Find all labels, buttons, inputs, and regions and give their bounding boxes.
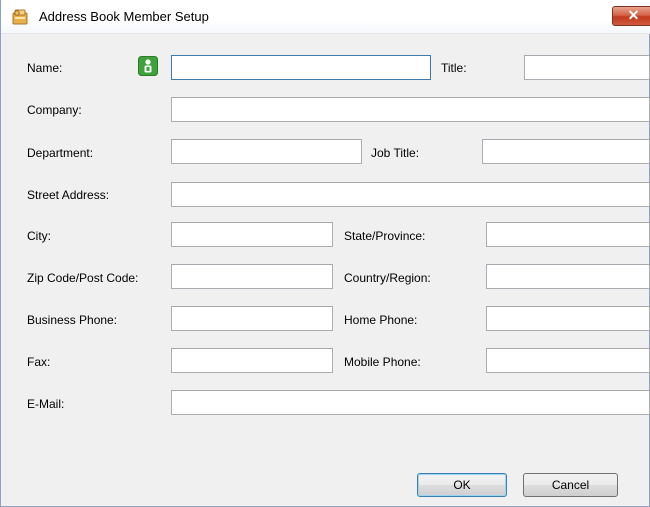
business-phone-label: Business Phone: (27, 313, 118, 327)
street-address-input[interactable] (171, 182, 650, 207)
home-phone-label: Home Phone: (344, 313, 418, 327)
mobile-phone-input[interactable] (486, 348, 650, 373)
mobile-phone-label: Mobile Phone: (344, 355, 421, 369)
company-input[interactable] (171, 97, 650, 122)
cancel-button[interactable]: Cancel (523, 473, 618, 497)
title-label: Title: (441, 61, 467, 75)
title-input[interactable] (524, 55, 650, 80)
country-region-input[interactable] (486, 264, 650, 289)
company-label: Company: (27, 103, 82, 117)
fax-input[interactable] (171, 348, 333, 373)
department-input[interactable] (171, 139, 362, 164)
close-icon: ✕ (627, 7, 640, 23)
person-icon[interactable] (138, 56, 158, 76)
department-label: Department: (27, 146, 94, 160)
state-province-input[interactable] (486, 222, 650, 247)
address-book-member-setup-dialog: Address Book Member Setup ✕ Name: Title:… (0, 0, 650, 507)
zip-code-input[interactable] (171, 264, 333, 289)
street-address-label: Street Address: (27, 188, 110, 202)
close-button[interactable]: ✕ (612, 6, 650, 26)
name-label: Name: (27, 61, 63, 75)
window-title: Address Book Member Setup (39, 9, 209, 24)
email-input[interactable] (171, 390, 650, 415)
ok-button[interactable]: OK (417, 473, 507, 497)
title-bar[interactable]: Address Book Member Setup ✕ (1, 0, 650, 34)
zip-code-label: Zip Code/Post Code: (27, 271, 139, 285)
state-province-label: State/Province: (344, 229, 426, 243)
city-label: City: (27, 229, 51, 243)
job-title-input[interactable] (482, 139, 650, 164)
home-phone-input[interactable] (486, 306, 650, 331)
job-title-label: Job Title: (371, 146, 420, 160)
address-book-icon (12, 9, 28, 25)
email-label: E-Mail: (27, 397, 65, 411)
city-input[interactable] (171, 222, 333, 247)
name-input[interactable] (171, 55, 431, 80)
fax-label: Fax: (27, 355, 51, 369)
country-region-label: Country/Region: (344, 271, 431, 285)
business-phone-input[interactable] (171, 306, 333, 331)
